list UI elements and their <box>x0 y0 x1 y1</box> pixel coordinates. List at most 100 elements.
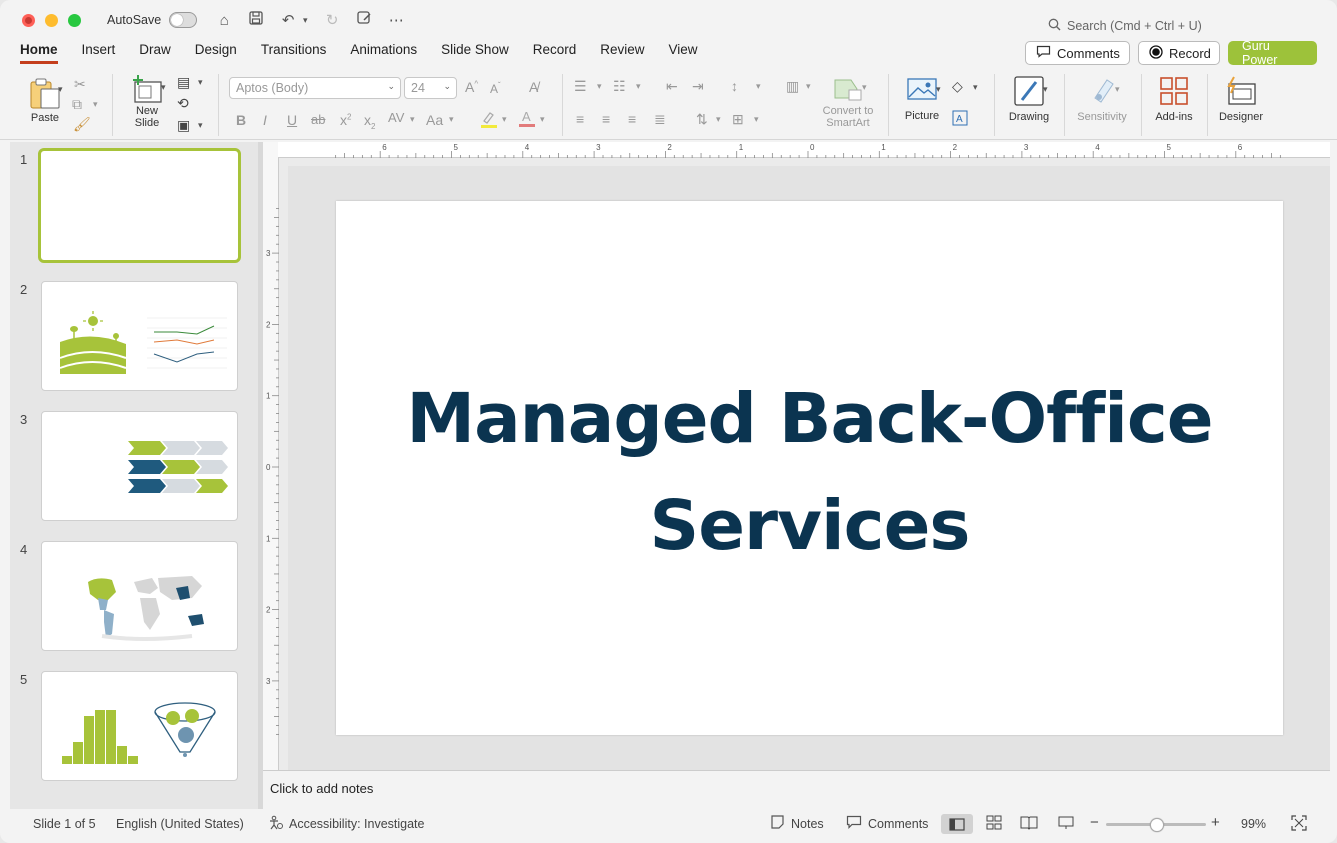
picture-chevron-icon[interactable]: ▾ <box>936 84 941 95</box>
slide-show-view-button[interactable] <box>1058 815 1074 833</box>
section-icon[interactable]: ▣ <box>177 117 190 134</box>
align-text-chevron-icon[interactable]: ▾ <box>754 114 759 125</box>
paste-options-chevron-icon[interactable]: ▾ <box>58 84 63 95</box>
align-right-icon[interactable]: ≡ <box>628 111 636 127</box>
text-direction-chevron-icon[interactable]: ▾ <box>716 114 721 125</box>
convert-to-smartart-button[interactable]: Convert to SmartArt <box>815 76 881 129</box>
layout-icon[interactable]: ▤ <box>177 74 190 91</box>
tab-slide-show[interactable]: Slide Show <box>441 42 509 64</box>
cut-icon[interactable]: ✂ <box>74 76 86 93</box>
current-slide[interactable]: Managed Back-Office Services <box>336 201 1283 735</box>
undo-icon[interactable]: ↶ <box>279 11 297 29</box>
more-options-icon[interactable]: ⋯ <box>387 11 405 29</box>
designer-button[interactable]: Designer <box>1214 76 1268 123</box>
highlight-icon[interactable] <box>480 110 498 131</box>
character-spacing-icon[interactable]: AV <box>388 110 404 125</box>
format-painter-icon[interactable]: 🖌 <box>73 116 91 133</box>
columns-chevron-icon[interactable]: ▾ <box>806 81 811 92</box>
notes-toggle-button[interactable]: Notes <box>770 815 824 832</box>
align-text-icon[interactable]: ⊞ <box>732 111 744 128</box>
font-color-chevron-icon[interactable]: ▾ <box>540 114 545 125</box>
save-icon[interactable] <box>247 11 265 29</box>
bullets-chevron-icon[interactable]: ▾ <box>597 81 602 92</box>
tab-draw[interactable]: Draw <box>139 42 171 64</box>
decrease-font-size-icon[interactable]: Aˇ <box>490 81 501 96</box>
change-case-icon[interactable]: Aa <box>426 112 443 128</box>
comments-button[interactable]: Comments <box>1025 41 1130 65</box>
home-icon[interactable]: ⌂ <box>215 12 233 29</box>
tab-record[interactable]: Record <box>533 42 577 64</box>
drawing-chevron-icon[interactable]: ▾ <box>1043 84 1048 95</box>
sensitivity-chevron-icon[interactable]: ▾ <box>1115 84 1120 95</box>
layout-chevron-icon[interactable]: ▾ <box>198 77 203 88</box>
slide-sorter-view-button[interactable] <box>986 815 1002 833</box>
comments-toggle-button[interactable]: Comments <box>846 815 928 832</box>
subscript-icon[interactable]: x2 <box>364 112 375 131</box>
language-status[interactable]: English (United States) <box>116 817 244 831</box>
slideshow-edit-icon[interactable] <box>355 11 373 29</box>
copy-icon[interactable]: ⧉ <box>72 96 82 113</box>
guru-power-button[interactable]: Guru Power <box>1228 39 1317 67</box>
section-chevron-icon[interactable]: ▾ <box>198 120 203 131</box>
justify-icon[interactable]: ≣ <box>654 111 666 128</box>
tab-design[interactable]: Design <box>195 42 237 64</box>
redo-icon[interactable]: ↻ <box>323 11 341 29</box>
undo-dropdown-chevron-icon[interactable]: ▾ <box>301 15 309 26</box>
new-slide-chevron-icon[interactable]: ▾ <box>161 82 166 93</box>
close-window-button[interactable] <box>22 13 35 27</box>
text-direction-icon[interactable]: ⇅ <box>696 111 708 128</box>
tab-insert[interactable]: Insert <box>82 42 116 64</box>
zoom-slider[interactable] <box>1106 818 1206 832</box>
underline-icon[interactable]: U <box>287 112 297 128</box>
text-box-icon[interactable]: A <box>952 110 968 129</box>
clear-formatting-icon[interactable]: A̸ <box>529 79 538 95</box>
zoom-slider-thumb[interactable] <box>1150 818 1164 832</box>
slide-thumbnail-3[interactable] <box>41 411 238 521</box>
slide-title-textbox[interactable]: Managed Back-Office Services <box>336 366 1283 580</box>
copy-chevron-icon[interactable]: ▾ <box>93 99 98 110</box>
decrease-indent-icon[interactable]: ⇤ <box>666 78 678 95</box>
minimize-window-button[interactable] <box>45 13 58 27</box>
tab-review[interactable]: Review <box>600 42 644 64</box>
highlight-chevron-icon[interactable]: ▾ <box>502 114 507 125</box>
tab-animations[interactable]: Animations <box>350 42 417 64</box>
font-name-select[interactable]: Aptos (Body) ⌄ <box>229 77 401 99</box>
zoom-window-button[interactable] <box>68 13 81 27</box>
autosave-toggle[interactable] <box>169 12 198 28</box>
zoom-level[interactable]: 99% <box>1241 817 1266 831</box>
strikethrough-icon[interactable]: ab <box>311 112 325 127</box>
bold-icon[interactable]: B <box>236 112 246 128</box>
shapes-icon[interactable]: ◇ <box>952 78 963 95</box>
character-spacing-chevron-icon[interactable]: ▾ <box>410 114 415 125</box>
reset-slide-icon[interactable]: ⟲ <box>177 95 189 112</box>
search-box[interactable]: Search (Cmd + Ctrl + U) <box>1048 18 1202 34</box>
increase-indent-icon[interactable]: ⇥ <box>692 78 704 95</box>
slide-thumbnail-2[interactable] <box>41 281 238 391</box>
align-left-icon[interactable]: ≡ <box>576 111 584 127</box>
sensitivity-button[interactable]: Sensitivity <box>1072 76 1132 123</box>
reading-view-button[interactable] <box>1020 815 1038 833</box>
numbering-chevron-icon[interactable]: ▾ <box>636 81 641 92</box>
slide-thumbnail-5[interactable] <box>41 671 238 781</box>
tab-transitions[interactable]: Transitions <box>261 42 327 64</box>
line-spacing-icon[interactable]: ↕ <box>731 78 738 94</box>
columns-icon[interactable]: ▥ <box>786 78 799 95</box>
superscript-icon[interactable]: x2 <box>340 112 351 128</box>
autosave-control[interactable]: AutoSave <box>107 12 198 28</box>
fit-to-window-button[interactable] <box>1291 815 1307 834</box>
tab-home[interactable]: Home <box>20 42 58 64</box>
bullets-icon[interactable]: ☰ <box>574 78 587 95</box>
convert-chevron-icon[interactable]: ▾ <box>862 82 867 93</box>
align-center-icon[interactable]: ≡ <box>602 111 610 127</box>
picture-button[interactable]: Picture <box>899 76 945 122</box>
zoom-out-button[interactable]: − <box>1090 814 1099 831</box>
tab-view[interactable]: View <box>669 42 698 64</box>
slide-thumbnail-1[interactable] <box>38 148 241 263</box>
add-ins-button[interactable]: Add-ins <box>1150 76 1198 123</box>
zoom-in-button[interactable]: + <box>1211 814 1220 831</box>
italic-icon[interactable]: I <box>263 112 267 128</box>
paste-button[interactable]: Paste <box>22 74 68 130</box>
increase-font-size-icon[interactable]: A^ <box>465 79 478 95</box>
normal-view-button[interactable] <box>941 814 973 834</box>
record-button[interactable]: Record <box>1138 41 1220 65</box>
